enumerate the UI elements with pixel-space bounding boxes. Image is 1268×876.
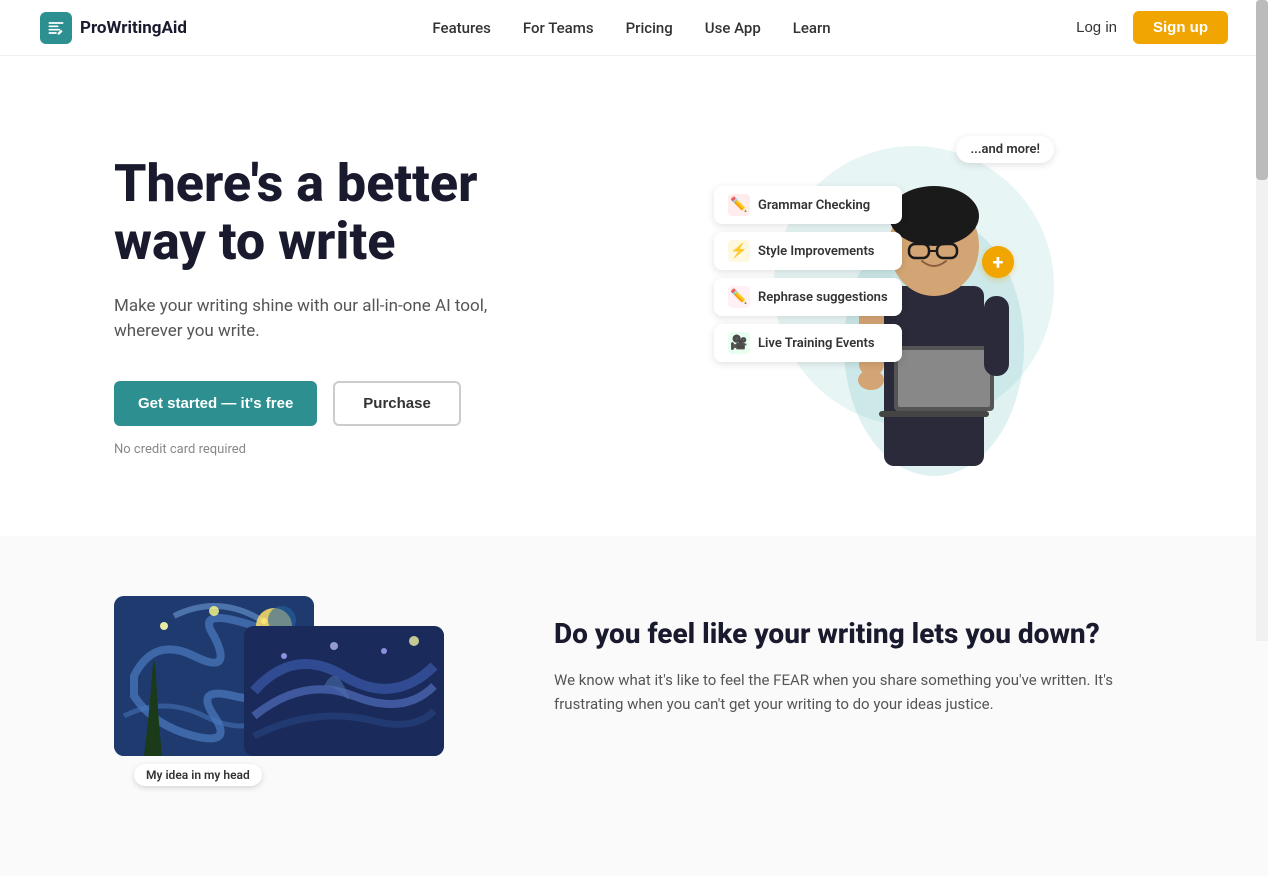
logo-link[interactable]: ProWritingAid xyxy=(40,12,187,44)
nav-learn[interactable]: Learn xyxy=(793,19,831,37)
hero-left: There's a better way to write Make your … xyxy=(114,155,614,456)
get-started-button[interactable]: Get started — it's free xyxy=(114,381,317,426)
hero-subtitle: Make your writing shine with our all-in-… xyxy=(114,294,514,345)
nav-actions: Log in Sign up xyxy=(1076,11,1228,44)
page-scrollbar[interactable] xyxy=(1256,0,1268,641)
hero-buttons: Get started — it's free Purchase xyxy=(114,381,614,426)
feature-card-grammar: ✏️ Grammar Checking xyxy=(714,186,902,224)
more-bubble: ...and more! xyxy=(956,136,1054,163)
training-icon: 🎥 xyxy=(728,332,750,354)
nav-links: Features For Teams Pricing Use App Learn xyxy=(432,18,830,37)
purchase-button[interactable]: Purchase xyxy=(333,381,461,426)
feature-card-training: 🎥 Live Training Events xyxy=(714,324,902,362)
grammar-icon: ✏️ xyxy=(728,194,750,216)
second-section: My idea in my head Do you feel like your… xyxy=(0,536,1268,876)
hero-illustration: ...and more! ✏️ Grammar Checking ⚡ Style… xyxy=(714,126,1054,486)
navbar: ProWritingAid Features For Teams Pricing… xyxy=(0,0,1268,56)
logo-text: ProWritingAid xyxy=(80,18,187,38)
feature-card-style: ⚡ Style Improvements xyxy=(714,232,902,270)
login-button[interactable]: Log in xyxy=(1076,19,1117,36)
second-section-inner: My idea in my head Do you feel like your… xyxy=(34,556,1234,856)
hero-right: ...and more! ✏️ Grammar Checking ⚡ Style… xyxy=(614,116,1154,496)
hero-title: There's a better way to write xyxy=(114,155,614,269)
second-right: Do you feel like your writing lets you d… xyxy=(554,596,1154,716)
idea-tag: My idea in my head xyxy=(134,764,262,786)
second-title: Do you feel like your writing lets you d… xyxy=(554,616,1154,652)
rephrase-icon: ✏️ xyxy=(728,286,750,308)
second-desc: We know what it's like to feel the FEAR … xyxy=(554,668,1154,716)
scrollbar-thumb[interactable] xyxy=(1256,0,1268,180)
feature-card-rephrase: ✏️ Rephrase suggestions xyxy=(714,278,902,316)
signup-button[interactable]: Sign up xyxy=(1133,11,1228,44)
nav-pricing[interactable]: Pricing xyxy=(626,19,673,37)
nav-features[interactable]: Features xyxy=(432,19,490,37)
logo-icon xyxy=(40,12,72,44)
hero-note: No credit card required xyxy=(114,442,614,457)
style-icon: ⚡ xyxy=(728,240,750,262)
hero-section: There's a better way to write Make your … xyxy=(34,56,1234,536)
feature-cards: ✏️ Grammar Checking ⚡ Style Improvements… xyxy=(714,186,902,362)
nav-use-app[interactable]: Use App xyxy=(705,19,761,37)
plus-badge: + xyxy=(982,246,1014,278)
nav-for-teams[interactable]: For Teams xyxy=(523,19,594,37)
painting-area: My idea in my head xyxy=(114,596,474,796)
painting-card-2 xyxy=(244,626,444,756)
